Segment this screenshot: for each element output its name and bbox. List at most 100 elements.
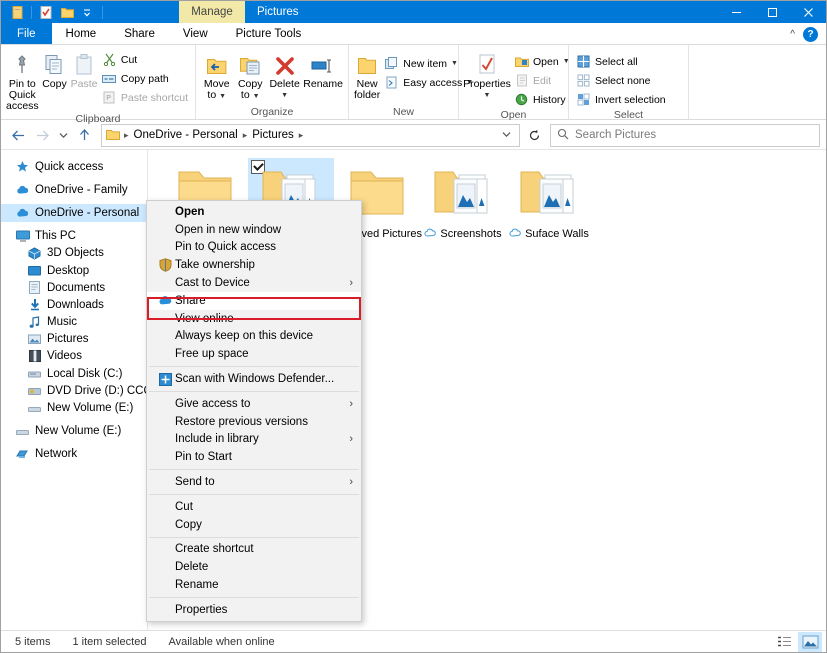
large-icons-view-icon[interactable] [798,632,822,652]
sidebar-item-network[interactable]: Network [1,446,147,463]
sidebar-item-music[interactable]: Music [1,314,147,331]
context-menu-item-cast-to-device[interactable]: Cast to Device › [147,274,361,292]
sidebar-item-dvd-drive-d[interactable]: DVD Drive (D:) CCCOMA_ [1,382,147,399]
maximize-button[interactable] [754,1,790,23]
context-menu-item-include-in-library[interactable]: Include in library › [147,431,361,449]
context-menu-item-scan-with-windows-defender[interactable]: Scan with Windows Defender... [147,370,361,388]
help-icon[interactable]: ? [803,27,818,42]
recent-locations-icon[interactable] [55,124,71,146]
delete-button[interactable]: Delete ▼ [267,49,302,101]
tab-share[interactable]: Share [110,23,169,44]
context-menu-label-open: Open [175,206,204,218]
context-menu-label-properties: Properties [175,604,227,616]
context-menu-item-always-keep-on-this-device[interactable]: Always keep on this device [147,328,361,346]
context-menu-item-delete[interactable]: Delete [147,558,361,576]
search-input[interactable]: Search Pictures [550,124,820,147]
properties-caret-icon[interactable]: ▼ [484,90,491,101]
forward-arrow-icon[interactable] [31,124,53,146]
sidebar-item-desktop[interactable]: Desktop [1,262,147,279]
context-menu-item-share[interactable]: Share [147,292,361,310]
sidebar-item-new-volume-e[interactable]: New Volume (E:) [1,423,147,440]
sidebar-item-local-disk-c[interactable]: Local Disk (C:) [1,365,147,382]
ribbon-group-label-clipboard: Clipboard [5,112,191,126]
sidebar-item-onedrive-family[interactable]: OneDrive - Family [1,181,147,198]
pictures-icon [27,332,42,347]
up-arrow-icon[interactable] [73,124,95,146]
paste-button[interactable]: Paste [69,49,99,90]
context-menu-item-restore-previous-versions[interactable]: Restore previous versions [147,413,361,431]
context-menu-item-properties[interactable]: Properties [147,601,361,619]
paste-shortcut-button[interactable]: P Paste shortcut [99,89,191,106]
back-arrow-icon[interactable] [7,124,29,146]
tab-file[interactable]: File [1,23,52,44]
refresh-icon[interactable] [522,124,546,147]
context-menu-item-rename[interactable]: Rename [147,576,361,594]
chevron-up-icon[interactable]: ^ [790,29,795,40]
breadcrumb-item-onedrive-personal[interactable]: OneDrive - Personal [132,129,240,141]
context-menu-label-cast-to-device: Cast to Device [175,277,250,289]
open-button[interactable]: Open ▼ [511,53,573,70]
context-menu-item-open-in-new-window[interactable]: Open in new window [147,221,361,239]
move-to-button[interactable]: Move to ▼ [200,49,233,102]
sidebar-item-downloads[interactable]: Downloads [1,296,147,313]
copy-button[interactable]: Copy [40,49,70,90]
history-button[interactable]: History [511,91,573,108]
sidebar-item-videos[interactable]: Videos [1,348,147,365]
new-item-caret-icon[interactable]: ▼ [451,60,458,67]
delete-icon [273,51,297,77]
sidebar-item-documents[interactable]: Documents [1,279,147,296]
context-menu-item-create-shortcut[interactable]: Create shortcut [147,541,361,559]
select-none-button[interactable]: Select none [573,72,669,89]
pictures-folder-icon [515,162,583,224]
invert-selection-button[interactable]: Invert selection [573,91,669,108]
new-folder-icon[interactable] [57,2,77,22]
chevron-down-icon[interactable] [496,130,517,140]
context-menu-item-cut[interactable]: Cut [147,498,361,516]
breadcrumb-item-pictures[interactable]: Pictures [250,129,296,141]
copy-path-button[interactable]: Copy path [99,70,191,87]
select-all-button[interactable]: Select all [573,53,669,70]
copy-to-button[interactable]: Copy to ▼ [233,49,266,102]
properties-button[interactable]: Properties ▼ [463,49,511,101]
breadcrumb-bar[interactable]: ▸ OneDrive - Personal ▸ Pictures ▸ [101,124,520,147]
context-menu-label-restore-previous-versions: Restore previous versions [175,416,308,428]
context-menu-label-scan-with-windows-defender: Scan with Windows Defender... [175,373,334,385]
context-menu-item-take-ownership[interactable]: Take ownership [147,256,361,274]
details-view-icon[interactable] [772,632,796,652]
delete-caret-icon[interactable]: ▼ [281,90,288,101]
context-menu-label-cut: Cut [175,501,193,513]
new-folder-button[interactable]: New folder [353,49,381,101]
properties-checkmark-icon[interactable] [36,2,56,22]
context-menu-item-pin-to-start[interactable]: Pin to Start [147,448,361,466]
context-menu-item-pin-to-quick-access[interactable]: Pin to Quick access [147,239,361,257]
minimize-button[interactable] [718,1,754,23]
context-menu-item-copy[interactable]: Copy [147,516,361,534]
close-button[interactable] [790,1,826,23]
tab-view[interactable]: View [169,23,222,44]
context-menu-item-view-online[interactable]: View online [147,310,361,328]
tab-home[interactable]: Home [52,23,111,44]
sidebar-item-new-volume-e-child[interactable]: New Volume (E:) [1,399,147,416]
sidebar-item-quick-access[interactable]: Quick access [1,158,147,175]
context-menu-label-take-ownership: Take ownership [175,259,255,271]
context-menu-item-free-up-space[interactable]: Free up space [147,345,361,363]
chevron-right-icon: › [349,433,353,445]
rename-button[interactable]: Rename [302,49,344,90]
edit-button[interactable]: Edit [511,72,573,89]
sidebar-item-3d-objects[interactable]: 3D Objects [1,245,147,262]
context-menu-item-give-access-to[interactable]: Give access to › [147,395,361,413]
context-menu-item-send-to[interactable]: Send to › [147,473,361,491]
customize-qat-icon[interactable] [78,2,98,22]
downloads-icon [27,297,42,312]
select-all-icon [576,54,591,69]
tab-picture-tools[interactable]: Picture Tools [222,23,316,44]
cut-button[interactable]: Cut [99,51,191,68]
sidebar-item-this-pc[interactable]: This PC [1,228,147,245]
sidebar-item-pictures[interactable]: Pictures [1,331,147,348]
properties-icon[interactable] [7,2,27,22]
pin-to-quick-access-button[interactable]: Pin to Quick access [5,49,40,112]
sidebar-item-onedrive-personal[interactable]: OneDrive - Personal [1,204,147,221]
context-menu-item-open[interactable]: Open [147,203,361,221]
list-item[interactable]: Screenshots [420,158,506,243]
list-item[interactable]: Suface Walls [506,158,592,243]
